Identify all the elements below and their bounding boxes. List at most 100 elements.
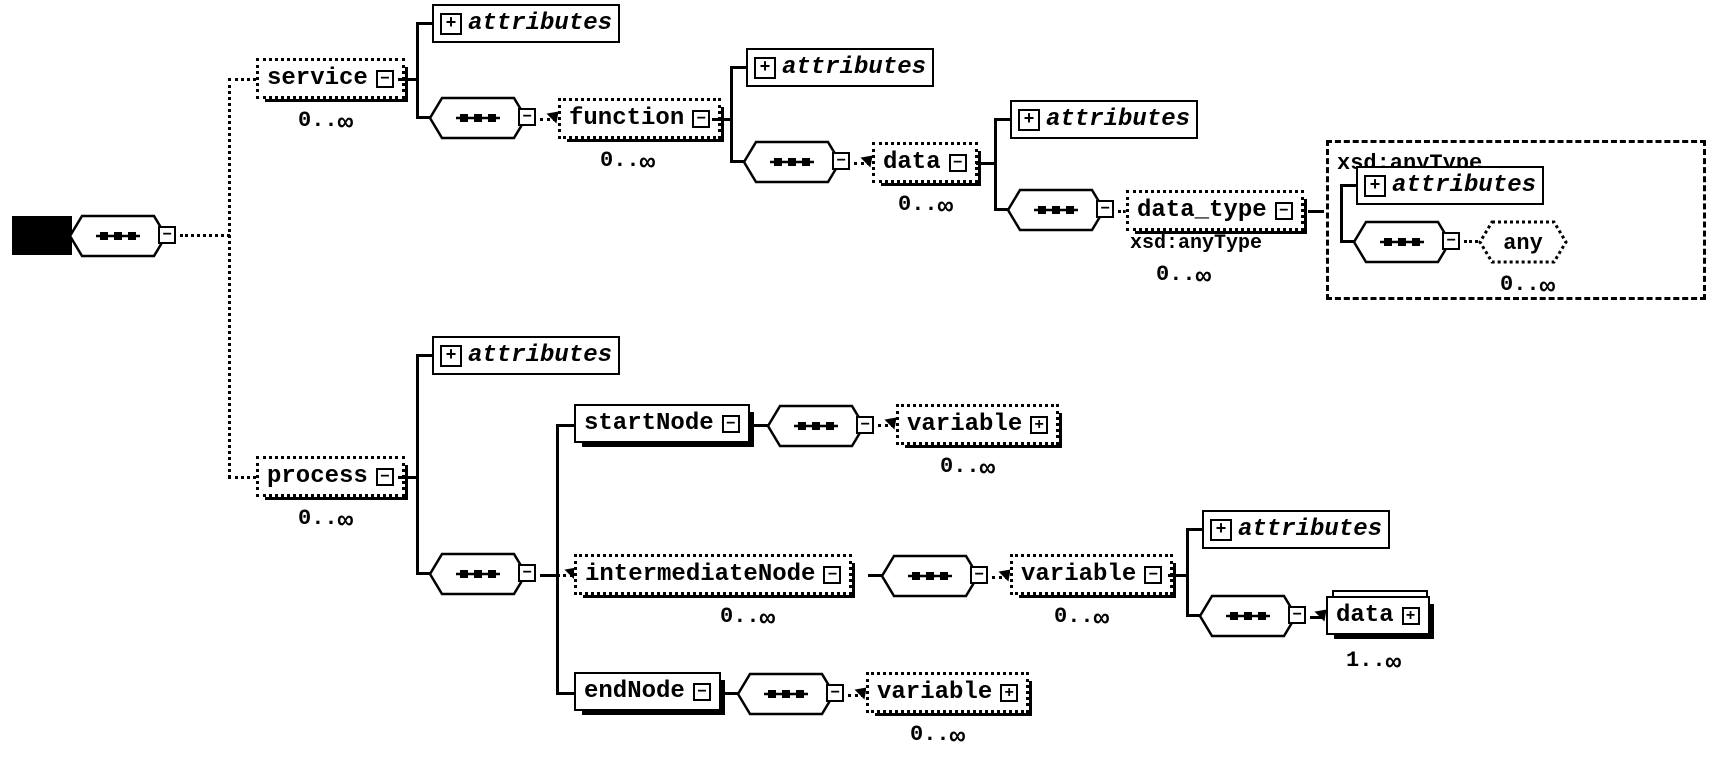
collapse-icon[interactable]: −: [158, 226, 176, 244]
collapse-icon[interactable]: −: [722, 415, 740, 433]
collapse-icon[interactable]: −: [1288, 606, 1306, 624]
process-label: process: [267, 463, 368, 490]
intermediatenode-element: intermediateNode −: [574, 554, 852, 595]
service-label: service: [267, 65, 368, 92]
connector: [398, 476, 418, 479]
collapse-icon[interactable]: −: [1275, 202, 1293, 220]
collapse-icon[interactable]: −: [518, 108, 536, 126]
collapse-icon[interactable]: −: [1144, 566, 1162, 584]
connector: [712, 118, 732, 121]
attributes-service[interactable]: + attributes: [432, 4, 620, 43]
data-type-label: data_type: [1137, 197, 1267, 224]
collapse-icon[interactable]: −: [376, 468, 394, 486]
sequence-endnode: [736, 672, 826, 710]
sequence-data: [1006, 188, 1096, 226]
collapse-icon[interactable]: −: [826, 684, 844, 702]
data-type-subtype: xsd:anyType: [1130, 232, 1262, 255]
data-label-2: data: [1336, 602, 1394, 629]
collapse-icon[interactable]: −: [949, 154, 967, 172]
collapse-icon[interactable]: −: [376, 70, 394, 88]
service-element: service −: [256, 58, 405, 99]
attributes-label: attributes: [1046, 106, 1190, 133]
variable-label: variable: [1021, 561, 1136, 588]
data-type-element: data_type −: [1126, 190, 1304, 231]
plus-icon: +: [440, 13, 462, 35]
connector: [1340, 184, 1356, 187]
cardinality: 0..∞: [1054, 600, 1109, 630]
collapse-icon[interactable]: −: [1096, 200, 1114, 218]
collapse-icon[interactable]: −: [692, 110, 710, 128]
variable-label: variable: [907, 411, 1022, 438]
connector: [1464, 240, 1478, 243]
plus-icon[interactable]: +: [1000, 684, 1018, 702]
function-element: function −: [558, 98, 721, 139]
endnode-element: endNode −: [574, 672, 721, 711]
connector: [556, 424, 559, 694]
collapse-icon[interactable]: −: [832, 152, 850, 170]
function-label: function: [569, 105, 684, 132]
connector: [228, 78, 256, 81]
sequence-startnode: [766, 404, 856, 442]
connector: [1186, 528, 1189, 616]
attributes-label: attributes: [1392, 172, 1536, 199]
variable-element-2: variable −: [1010, 554, 1173, 595]
cardinality: 0..∞: [600, 144, 655, 174]
process-element: process −: [256, 456, 405, 497]
startnode-label: startNode: [584, 410, 714, 437]
sequence-root: [68, 214, 158, 252]
sequence-variable: [1198, 594, 1288, 632]
intermediatenode-label: intermediateNode: [585, 561, 815, 588]
plus-icon: +: [440, 345, 462, 367]
connector: [416, 22, 419, 118]
plus-icon: +: [1210, 519, 1232, 541]
connector: [180, 234, 230, 237]
cardinality: 0..∞: [1500, 268, 1555, 298]
cardinality: 0..∞: [298, 502, 353, 532]
sequence-anytype: [1352, 220, 1442, 258]
attributes-label: attributes: [1238, 516, 1382, 543]
collapse-icon[interactable]: −: [1442, 232, 1460, 250]
sequence-intermediatenode: [880, 554, 970, 592]
plus-icon: +: [754, 57, 776, 79]
plus-icon[interactable]: +: [1402, 607, 1420, 625]
attributes-variable[interactable]: + attributes: [1202, 510, 1390, 549]
sequence-process: [428, 552, 518, 590]
collapse-icon[interactable]: −: [518, 564, 536, 582]
variable-element-3: variable +: [866, 672, 1029, 713]
connector: [398, 78, 418, 81]
connector: [994, 118, 997, 210]
connector: [416, 354, 419, 574]
cardinality: 0..∞: [898, 188, 953, 218]
sequence-function: [742, 140, 832, 178]
connector: [228, 78, 231, 478]
cardinality: 0..∞: [720, 600, 775, 630]
plus-icon: +: [1364, 175, 1386, 197]
connector: [976, 162, 996, 165]
attributes-label: attributes: [782, 54, 926, 81]
collapse-icon[interactable]: −: [970, 566, 988, 584]
endnode-label: endNode: [584, 678, 685, 705]
connector: [556, 424, 574, 427]
plus-icon[interactable]: +: [1030, 416, 1048, 434]
data-label: data: [883, 149, 941, 176]
collapse-icon[interactable]: −: [693, 683, 711, 701]
connector: [556, 692, 574, 695]
connector: [730, 66, 733, 162]
svg-text:any: any: [1503, 231, 1543, 256]
collapse-icon[interactable]: −: [823, 566, 841, 584]
attributes-label: attributes: [468, 10, 612, 37]
attributes-anytype[interactable]: + attributes: [1356, 166, 1544, 205]
data-element: data −: [872, 142, 978, 183]
root-label: [12, 216, 72, 255]
cardinality: 0..∞: [298, 104, 353, 134]
connector: [228, 476, 256, 479]
cardinality: 0..∞: [940, 450, 995, 480]
attributes-data[interactable]: + attributes: [1010, 100, 1198, 139]
connector: [1118, 210, 1126, 213]
collapse-icon[interactable]: −: [856, 416, 874, 434]
attributes-process[interactable]: + attributes: [432, 336, 620, 375]
cardinality: 1..∞: [1346, 644, 1401, 674]
sequence-service: [428, 96, 518, 134]
attributes-function[interactable]: + attributes: [746, 48, 934, 87]
variable-label: variable: [877, 679, 992, 706]
